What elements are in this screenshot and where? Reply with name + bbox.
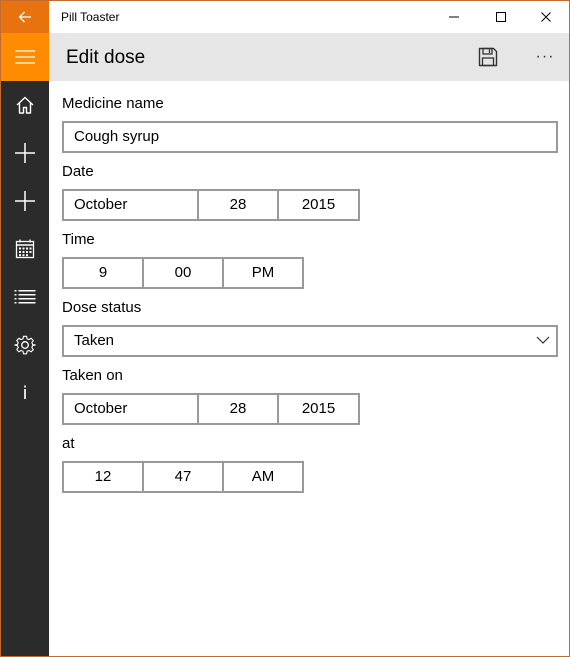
nav-item-list[interactable] <box>1 273 49 321</box>
taken-on-year[interactable]: 2015 <box>277 395 358 423</box>
nav-rail: i <box>1 81 49 656</box>
page-title: Edit dose <box>66 47 146 68</box>
back-button[interactable] <box>1 1 49 33</box>
minimize-button[interactable] <box>431 1 477 33</box>
dose-status-value: Taken <box>74 332 115 349</box>
date-day[interactable]: 28 <box>197 191 277 219</box>
taken-on-date-picker[interactable]: October 28 2015 <box>62 393 360 425</box>
taken-at-hour[interactable]: 12 <box>64 463 142 491</box>
gear-icon <box>14 335 36 355</box>
chevron-down-icon <box>536 336 550 344</box>
nav-item-settings[interactable] <box>1 321 49 369</box>
taken-on-day[interactable]: 28 <box>197 395 277 423</box>
time-period[interactable]: PM <box>222 259 302 287</box>
taken-on-month[interactable]: October <box>64 395 197 423</box>
minimize-icon <box>449 16 459 18</box>
nav-item-add-dose[interactable] <box>1 177 49 225</box>
time-hour[interactable]: 9 <box>64 259 142 287</box>
add-icon <box>15 191 35 211</box>
close-icon <box>541 12 551 22</box>
taken-at-period[interactable]: AM <box>222 463 302 491</box>
add-icon <box>15 143 35 163</box>
title-bar: Pill Toaster <box>1 1 569 33</box>
menu-button[interactable] <box>1 33 49 81</box>
time-label: Time <box>62 231 95 248</box>
medicine-name-label: Medicine name <box>62 95 164 112</box>
time-minute[interactable]: 00 <box>142 259 222 287</box>
app-title: Pill Toaster <box>61 10 120 24</box>
maximize-button[interactable] <box>478 1 524 33</box>
app-window: Pill Toaster i Edit dose ··· Medicine na… <box>0 0 570 657</box>
date-month[interactable]: October <box>64 191 197 219</box>
date-label: Date <box>62 163 94 180</box>
date-year[interactable]: 2015 <box>277 191 358 219</box>
medicine-name-field[interactable]: Cough syrup <box>62 121 558 153</box>
calendar-icon <box>15 239 35 259</box>
at-label: at <box>62 435 75 452</box>
taken-at-time-picker[interactable]: 12 47 AM <box>62 461 304 493</box>
nav-item-calendar[interactable] <box>1 225 49 273</box>
date-picker[interactable]: October 28 2015 <box>62 189 360 221</box>
info-icon: i <box>22 382 28 404</box>
taken-at-minute[interactable]: 47 <box>142 463 222 491</box>
more-options-button[interactable]: ··· <box>521 33 569 81</box>
dose-status-dropdown[interactable]: Taken <box>62 325 558 357</box>
nav-item-add-medicine[interactable] <box>1 129 49 177</box>
maximize-icon <box>496 12 506 22</box>
nav-item-home[interactable] <box>1 81 49 129</box>
nav-item-about[interactable]: i <box>1 369 49 417</box>
page-header: Edit dose ··· <box>49 33 569 81</box>
dose-status-label: Dose status <box>62 299 142 316</box>
hamburger-icon <box>15 50 35 64</box>
home-icon <box>16 96 34 114</box>
taken-on-label: Taken on <box>62 367 123 384</box>
save-icon <box>478 47 498 67</box>
back-arrow-icon <box>18 11 31 23</box>
more-icon: ··· <box>535 48 555 65</box>
time-picker[interactable]: 9 00 PM <box>62 257 304 289</box>
save-button[interactable] <box>464 33 512 81</box>
close-button[interactable] <box>523 1 569 33</box>
list-icon <box>14 290 36 304</box>
